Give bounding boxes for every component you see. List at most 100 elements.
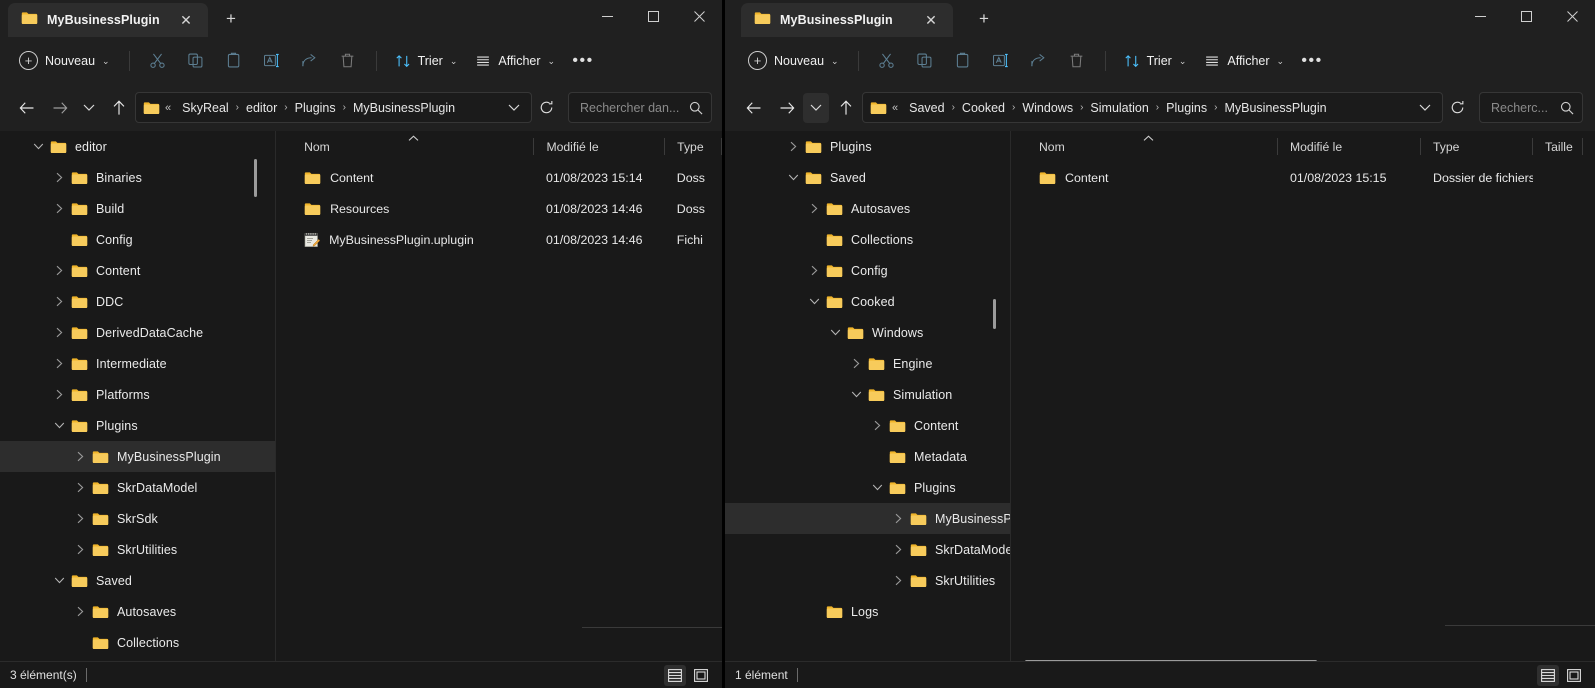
more-options-button[interactable]: ••• <box>1293 44 1331 78</box>
maximize-button[interactable] <box>1503 0 1549 33</box>
recent-locations-button[interactable] <box>803 92 829 123</box>
tree-item-plugins[interactable]: Plugins <box>725 131 1010 162</box>
chevron-right-icon[interactable] <box>886 538 910 562</box>
chevron-down-icon[interactable] <box>501 94 527 122</box>
tree-item-collections[interactable]: Collections <box>725 224 1010 255</box>
close-icon[interactable]: ✕ <box>174 8 198 32</box>
close-icon[interactable]: ✕ <box>919 8 943 32</box>
search-box[interactable]: Rechercher dan... <box>568 92 712 123</box>
chevron-right-icon[interactable] <box>844 352 868 376</box>
tree-item-editor[interactable]: editor <box>0 131 275 162</box>
refresh-icon[interactable] <box>532 94 560 122</box>
breadcrumb-item-3[interactable]: Simulation <box>1084 101 1154 115</box>
breadcrumb-overflow-icon[interactable]: « <box>161 102 176 114</box>
close-button[interactable] <box>676 0 722 33</box>
tree-item-engine[interactable]: Engine <box>725 348 1010 379</box>
tree-item-config[interactable]: Config <box>0 224 275 255</box>
tree-item-content[interactable]: Content <box>725 410 1010 441</box>
chevron-right-icon[interactable] <box>68 445 92 469</box>
tiles-view-icon[interactable] <box>1563 665 1585 686</box>
chevron-down-icon[interactable] <box>47 414 71 438</box>
tree-item-deriveddatacache[interactable]: DerivedDataCache <box>0 317 275 348</box>
minimize-button[interactable] <box>584 0 630 33</box>
chevron-down-icon[interactable] <box>865 476 889 500</box>
chevron-right-icon[interactable] <box>47 259 71 283</box>
tree-item-cooked[interactable]: Cooked <box>725 286 1010 317</box>
forward-button[interactable] <box>43 93 76 123</box>
chevron-right-icon[interactable] <box>47 352 71 376</box>
forward-button[interactable] <box>770 93 803 123</box>
tree-item-build[interactable]: Build <box>0 193 275 224</box>
more-options-button[interactable]: ••• <box>564 44 602 78</box>
chevron-right-icon[interactable] <box>47 321 71 345</box>
nav-vertical-scrollbar[interactable] <box>993 299 996 329</box>
share-icon[interactable] <box>291 44 329 78</box>
new-tab-button[interactable]: + <box>969 4 999 34</box>
delete-icon[interactable] <box>1058 44 1096 78</box>
recent-locations-button[interactable] <box>76 93 102 123</box>
maximize-button[interactable] <box>630 0 676 33</box>
tiles-view-icon[interactable] <box>690 665 712 686</box>
details-view-icon[interactable] <box>1537 664 1559 686</box>
search-input[interactable]: Rechercher dan... <box>580 101 679 115</box>
view-button[interactable]: Afficher ⌄ <box>1195 45 1293 77</box>
tree-item-saved[interactable]: Saved <box>0 565 275 596</box>
chevron-right-icon[interactable] <box>47 166 71 190</box>
rename-icon[interactable] <box>982 44 1020 78</box>
column-header-type[interactable]: Type <box>665 131 722 162</box>
share-icon[interactable] <box>1020 44 1058 78</box>
refresh-icon[interactable] <box>1443 94 1471 122</box>
sort-button[interactable]: Trier ⌄ <box>1115 45 1196 77</box>
breadcrumb-item-1[interactable]: Cooked <box>956 101 1011 115</box>
tree-item-logs[interactable]: Logs <box>725 596 1010 627</box>
tab-mybusinessplugin-left[interactable]: MyBusinessPlugin ✕ <box>8 3 208 37</box>
chevron-right-icon[interactable] <box>47 197 71 221</box>
tree-item-simulation[interactable]: Simulation <box>725 379 1010 410</box>
tab-mybusinessplugin-right[interactable]: MyBusinessPlugin ✕ <box>741 3 953 37</box>
tree-item-metadata[interactable]: Metadata <box>725 441 1010 472</box>
chevron-right-icon[interactable] <box>68 476 92 500</box>
chevron-right-icon[interactable] <box>68 538 92 562</box>
column-header-nom[interactable]: Nom <box>290 131 535 162</box>
tree-item-intermediate[interactable]: Intermediate <box>0 348 275 379</box>
breadcrumb-item-2[interactable]: Plugins <box>289 101 342 115</box>
rename-icon[interactable] <box>253 44 291 78</box>
cut-icon[interactable] <box>139 44 177 78</box>
column-header-modifi-le[interactable]: Modifié le <box>534 131 666 162</box>
close-button[interactable] <box>1549 0 1595 33</box>
copy-icon[interactable] <box>177 44 215 78</box>
up-button[interactable] <box>102 93 135 123</box>
chevron-down-icon[interactable] <box>802 290 826 314</box>
navigation-pane-left[interactable]: editor Binaries Build Config Content DDC Deriv… <box>0 131 276 678</box>
tree-item-windows[interactable]: Windows <box>725 317 1010 348</box>
tree-item-skrdatamodel[interactable]: SkrDataModel <box>725 534 1010 565</box>
breadcrumb-item-4[interactable]: Plugins <box>1160 101 1213 115</box>
breadcrumb-overflow-icon[interactable]: « <box>888 102 903 114</box>
tree-item-skrutilities[interactable]: SkrUtilities <box>0 534 275 565</box>
file-row[interactable]: Resources 01/08/2023 14:46 Doss <box>290 193 722 224</box>
column-divider[interactable] <box>1582 138 1583 155</box>
chevron-right-icon[interactable] <box>47 383 71 407</box>
new-button[interactable]: + Nouveau ⌄ <box>12 45 120 77</box>
breadcrumb-item-5[interactable]: MyBusinessPlugin <box>1218 101 1332 115</box>
search-input[interactable]: Recherc... <box>1491 101 1548 115</box>
breadcrumb-item-0[interactable]: SkyReal <box>176 101 235 115</box>
tree-item-skrdatamodel[interactable]: SkrDataModel <box>0 472 275 503</box>
chevron-down-icon[interactable] <box>1412 94 1438 122</box>
tree-item-collections[interactable]: Collections <box>0 627 275 658</box>
tree-item-mybusinessplugin[interactable]: MyBusinessPlugin <box>0 441 276 472</box>
delete-icon[interactable] <box>329 44 367 78</box>
view-button[interactable]: Afficher ⌄ <box>466 45 564 77</box>
breadcrumb-item-0[interactable]: Saved <box>903 101 950 115</box>
file-row[interactable]: MyBusinessPlugin.uplugin 01/08/2023 14:46… <box>290 224 722 255</box>
tree-item-autosaves[interactable]: Autosaves <box>725 193 1010 224</box>
chevron-right-icon[interactable] <box>886 569 910 593</box>
nav-vertical-scrollbar[interactable] <box>254 159 258 197</box>
details-view-icon[interactable] <box>664 664 686 686</box>
chevron-right-icon[interactable] <box>802 259 826 283</box>
tree-item-platforms[interactable]: Platforms <box>0 379 275 410</box>
back-button[interactable] <box>10 93 43 123</box>
tree-item-skrsdk[interactable]: SkrSdk <box>0 503 275 534</box>
new-tab-button[interactable]: + <box>216 4 246 34</box>
back-button[interactable] <box>737 93 770 123</box>
